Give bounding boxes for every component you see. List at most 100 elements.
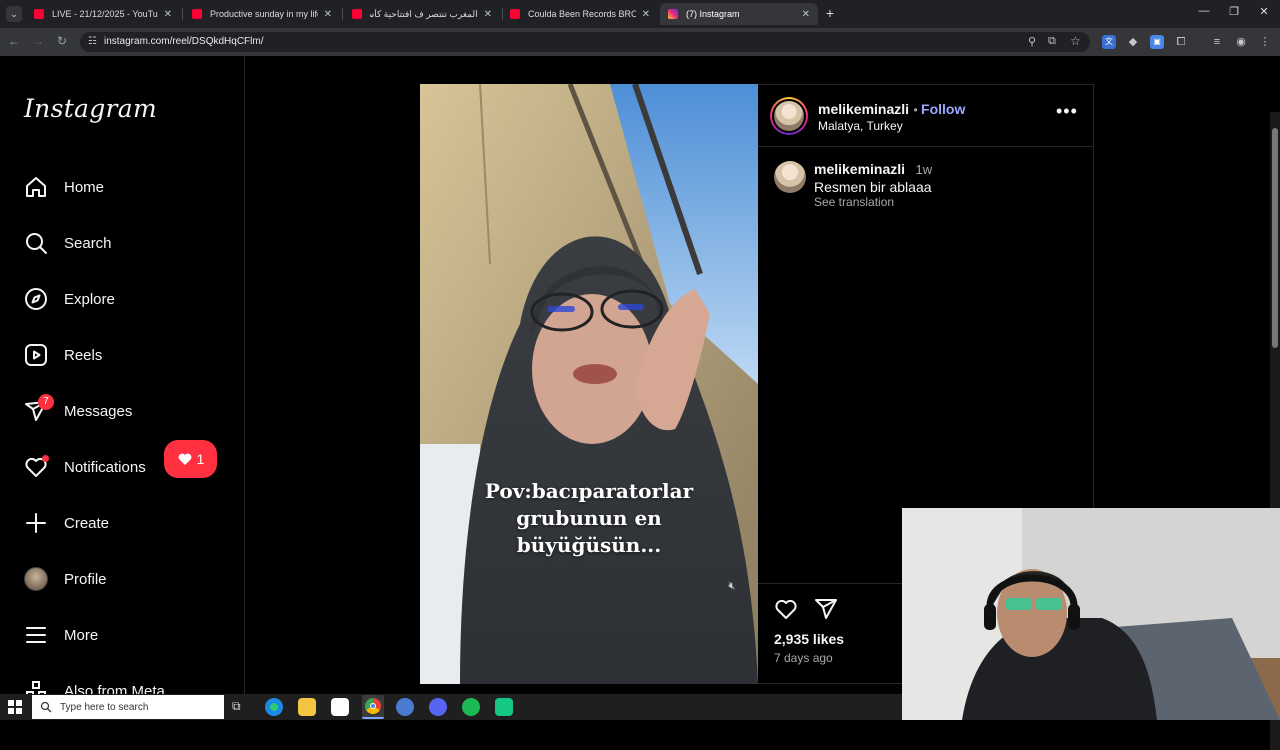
- windows-start-icon[interactable]: [8, 700, 22, 714]
- sidebar-item-messages[interactable]: 7 Messages: [22, 394, 133, 426]
- sidebar-item-explore[interactable]: Explore: [22, 284, 115, 314]
- notifications-popup-pill[interactable]: 1: [164, 440, 217, 478]
- sidebar-item-label: Messages: [64, 402, 133, 420]
- more-options-icon[interactable]: •••: [1056, 101, 1078, 122]
- tab-morocco-match[interactable]: المغرب تنتصر ف افتتاحية كأس الأ ✕: [344, 3, 500, 25]
- webcam-feed: [902, 508, 1280, 720]
- tab-search-button[interactable]: ⌄: [6, 6, 22, 22]
- file-explorer-icon[interactable]: [298, 698, 316, 716]
- reload-icon[interactable]: ↻: [54, 34, 70, 48]
- app-icon[interactable]: [495, 698, 513, 716]
- profile-icon[interactable]: ◉: [1234, 35, 1248, 49]
- sidebar-item-search[interactable]: Search: [22, 228, 112, 258]
- caption-timestamp: 1w: [915, 162, 933, 177]
- tab-youtube-live[interactable]: LIVE - 21/12/2025 - YouTube ✕: [26, 3, 180, 25]
- address-bar[interactable]: ☷ instagram.com/reel/DSQkdHqCFlm/ ⚲ ⧉ ☆: [80, 32, 1090, 52]
- sidebar-item-label: Profile: [64, 570, 107, 588]
- bookmark-star-icon[interactable]: ☆: [1070, 34, 1081, 48]
- sidebar-item-reels[interactable]: Reels: [22, 340, 102, 370]
- share-icon: [815, 599, 837, 619]
- restore-icon[interactable]: ❐: [1224, 5, 1244, 18]
- caption-username[interactable]: melikeminazli: [814, 161, 905, 177]
- chrome-menu-icon[interactable]: ⋮: [1258, 35, 1272, 49]
- avatar: [24, 567, 48, 591]
- extension-diamond-icon[interactable]: ◆: [1126, 35, 1140, 49]
- close-icon[interactable]: ✕: [164, 9, 172, 20]
- scrollbar-thumb[interactable]: [1272, 128, 1278, 348]
- follow-button[interactable]: Follow: [921, 101, 965, 117]
- search-icon: [22, 229, 50, 257]
- close-icon[interactable]: ✕: [802, 9, 810, 20]
- messenger-icon: 7: [22, 394, 54, 425]
- tab-title: Coulda Been Records BROOKLY: [528, 9, 636, 19]
- sidebar-item-more[interactable]: More: [22, 620, 98, 650]
- cast-icon[interactable]: ⧉: [1048, 35, 1056, 48]
- post-header: melikeminazli • Follow Malatya, Turkey •…: [758, 85, 1094, 147]
- caption-avatar[interactable]: [774, 161, 806, 193]
- instagram-icon: [668, 9, 678, 19]
- like-button[interactable]: [774, 597, 798, 626]
- author-username[interactable]: melikeminazli: [818, 101, 909, 117]
- compass-icon: [22, 285, 50, 313]
- heart-filled-icon: [178, 453, 191, 465]
- extensions-puzzle-icon[interactable]: ⧠: [1174, 35, 1188, 49]
- window-close-icon[interactable]: ✕: [1254, 5, 1274, 18]
- plus-icon: [22, 509, 50, 537]
- story-ring-avatar[interactable]: [770, 97, 808, 135]
- chrome-taskbar-button[interactable]: [362, 695, 384, 719]
- taskbar-search-box[interactable]: Type here to search: [32, 695, 224, 719]
- heart-icon: [22, 453, 50, 481]
- back-icon[interactable]: ←: [6, 34, 22, 48]
- close-icon[interactable]: ✕: [324, 9, 332, 20]
- post-age: 7 days ago: [774, 651, 833, 665]
- youtube-icon: [352, 9, 362, 19]
- see-translation-link[interactable]: See translation: [814, 195, 894, 209]
- tab-instagram[interactable]: (7) Instagram ✕: [660, 3, 818, 25]
- edge-icon[interactable]: [265, 698, 283, 716]
- sidebar-item-label: Home: [64, 178, 105, 196]
- mute-icon[interactable]: 🔇︎: [724, 580, 740, 596]
- likes-count[interactable]: 2,935 likes: [774, 631, 844, 647]
- video-frame: [420, 84, 758, 684]
- obs-icon[interactable]: [396, 698, 414, 716]
- url-text[interactable]: instagram.com/reel/DSQkdHqCFlm/: [104, 36, 263, 47]
- store-icon[interactable]: [331, 698, 349, 716]
- youtube-icon: [34, 9, 44, 19]
- site-info-icon[interactable]: ☷: [88, 36, 97, 47]
- translate-extension-icon[interactable]: 文: [1102, 35, 1116, 49]
- notification-count: 1: [196, 451, 205, 467]
- heart-icon: [775, 599, 797, 619]
- browser-tab-strip: ⌄ LIVE - 21/12/2025 - YouTube ✕ Producti…: [0, 0, 1280, 28]
- share-button[interactable]: [814, 597, 838, 626]
- tab-title: (7) Instagram: [686, 9, 740, 19]
- close-icon[interactable]: ✕: [484, 9, 492, 20]
- instagram-logo[interactable]: Instagram: [24, 94, 157, 123]
- extension-image-icon[interactable]: ▣: [1150, 35, 1164, 49]
- unread-count-badge: 7: [38, 394, 54, 410]
- reel-video[interactable]: Pov:bacıparatorlar grubunun en büyüğüsün…: [420, 84, 758, 684]
- post-location[interactable]: Malatya, Turkey: [818, 119, 903, 133]
- sidebar-item-label: Explore: [64, 290, 115, 308]
- sidebar-item-create[interactable]: Create: [22, 508, 109, 538]
- tab-title: Productive sunday in my life liv: [210, 9, 318, 19]
- tab-productive-sunday[interactable]: Productive sunday in my life liv ✕: [184, 3, 340, 25]
- youtube-icon: [192, 9, 202, 19]
- new-tab-button[interactable]: +: [822, 5, 838, 21]
- sidebar-item-label: More: [64, 626, 99, 644]
- zoom-icon[interactable]: ⚲: [1028, 35, 1036, 48]
- close-icon[interactable]: ✕: [642, 9, 650, 20]
- task-view-icon[interactable]: ⧉: [232, 699, 241, 714]
- overlay-line: büyüğüsün...: [516, 533, 662, 557]
- minimize-icon[interactable]: —: [1194, 5, 1214, 17]
- windows-taskbar: Type here to search ⧉: [0, 694, 902, 720]
- discord-icon[interactable]: [429, 698, 447, 716]
- tab-coulda-been-records[interactable]: Coulda Been Records BROOKLY ✕: [502, 3, 658, 25]
- sidebar-item-notifications[interactable]: Notifications: [22, 452, 146, 482]
- forward-icon[interactable]: →: [30, 34, 46, 48]
- spotify-icon[interactable]: [462, 698, 480, 716]
- media-control-icon[interactable]: ≡: [1210, 35, 1224, 49]
- reels-icon: [22, 341, 50, 369]
- sidebar-item-profile[interactable]: Profile: [22, 564, 107, 594]
- sidebar-item-home[interactable]: Home: [22, 172, 104, 202]
- tab-title: LIVE - 21/12/2025 - YouTube: [52, 9, 158, 19]
